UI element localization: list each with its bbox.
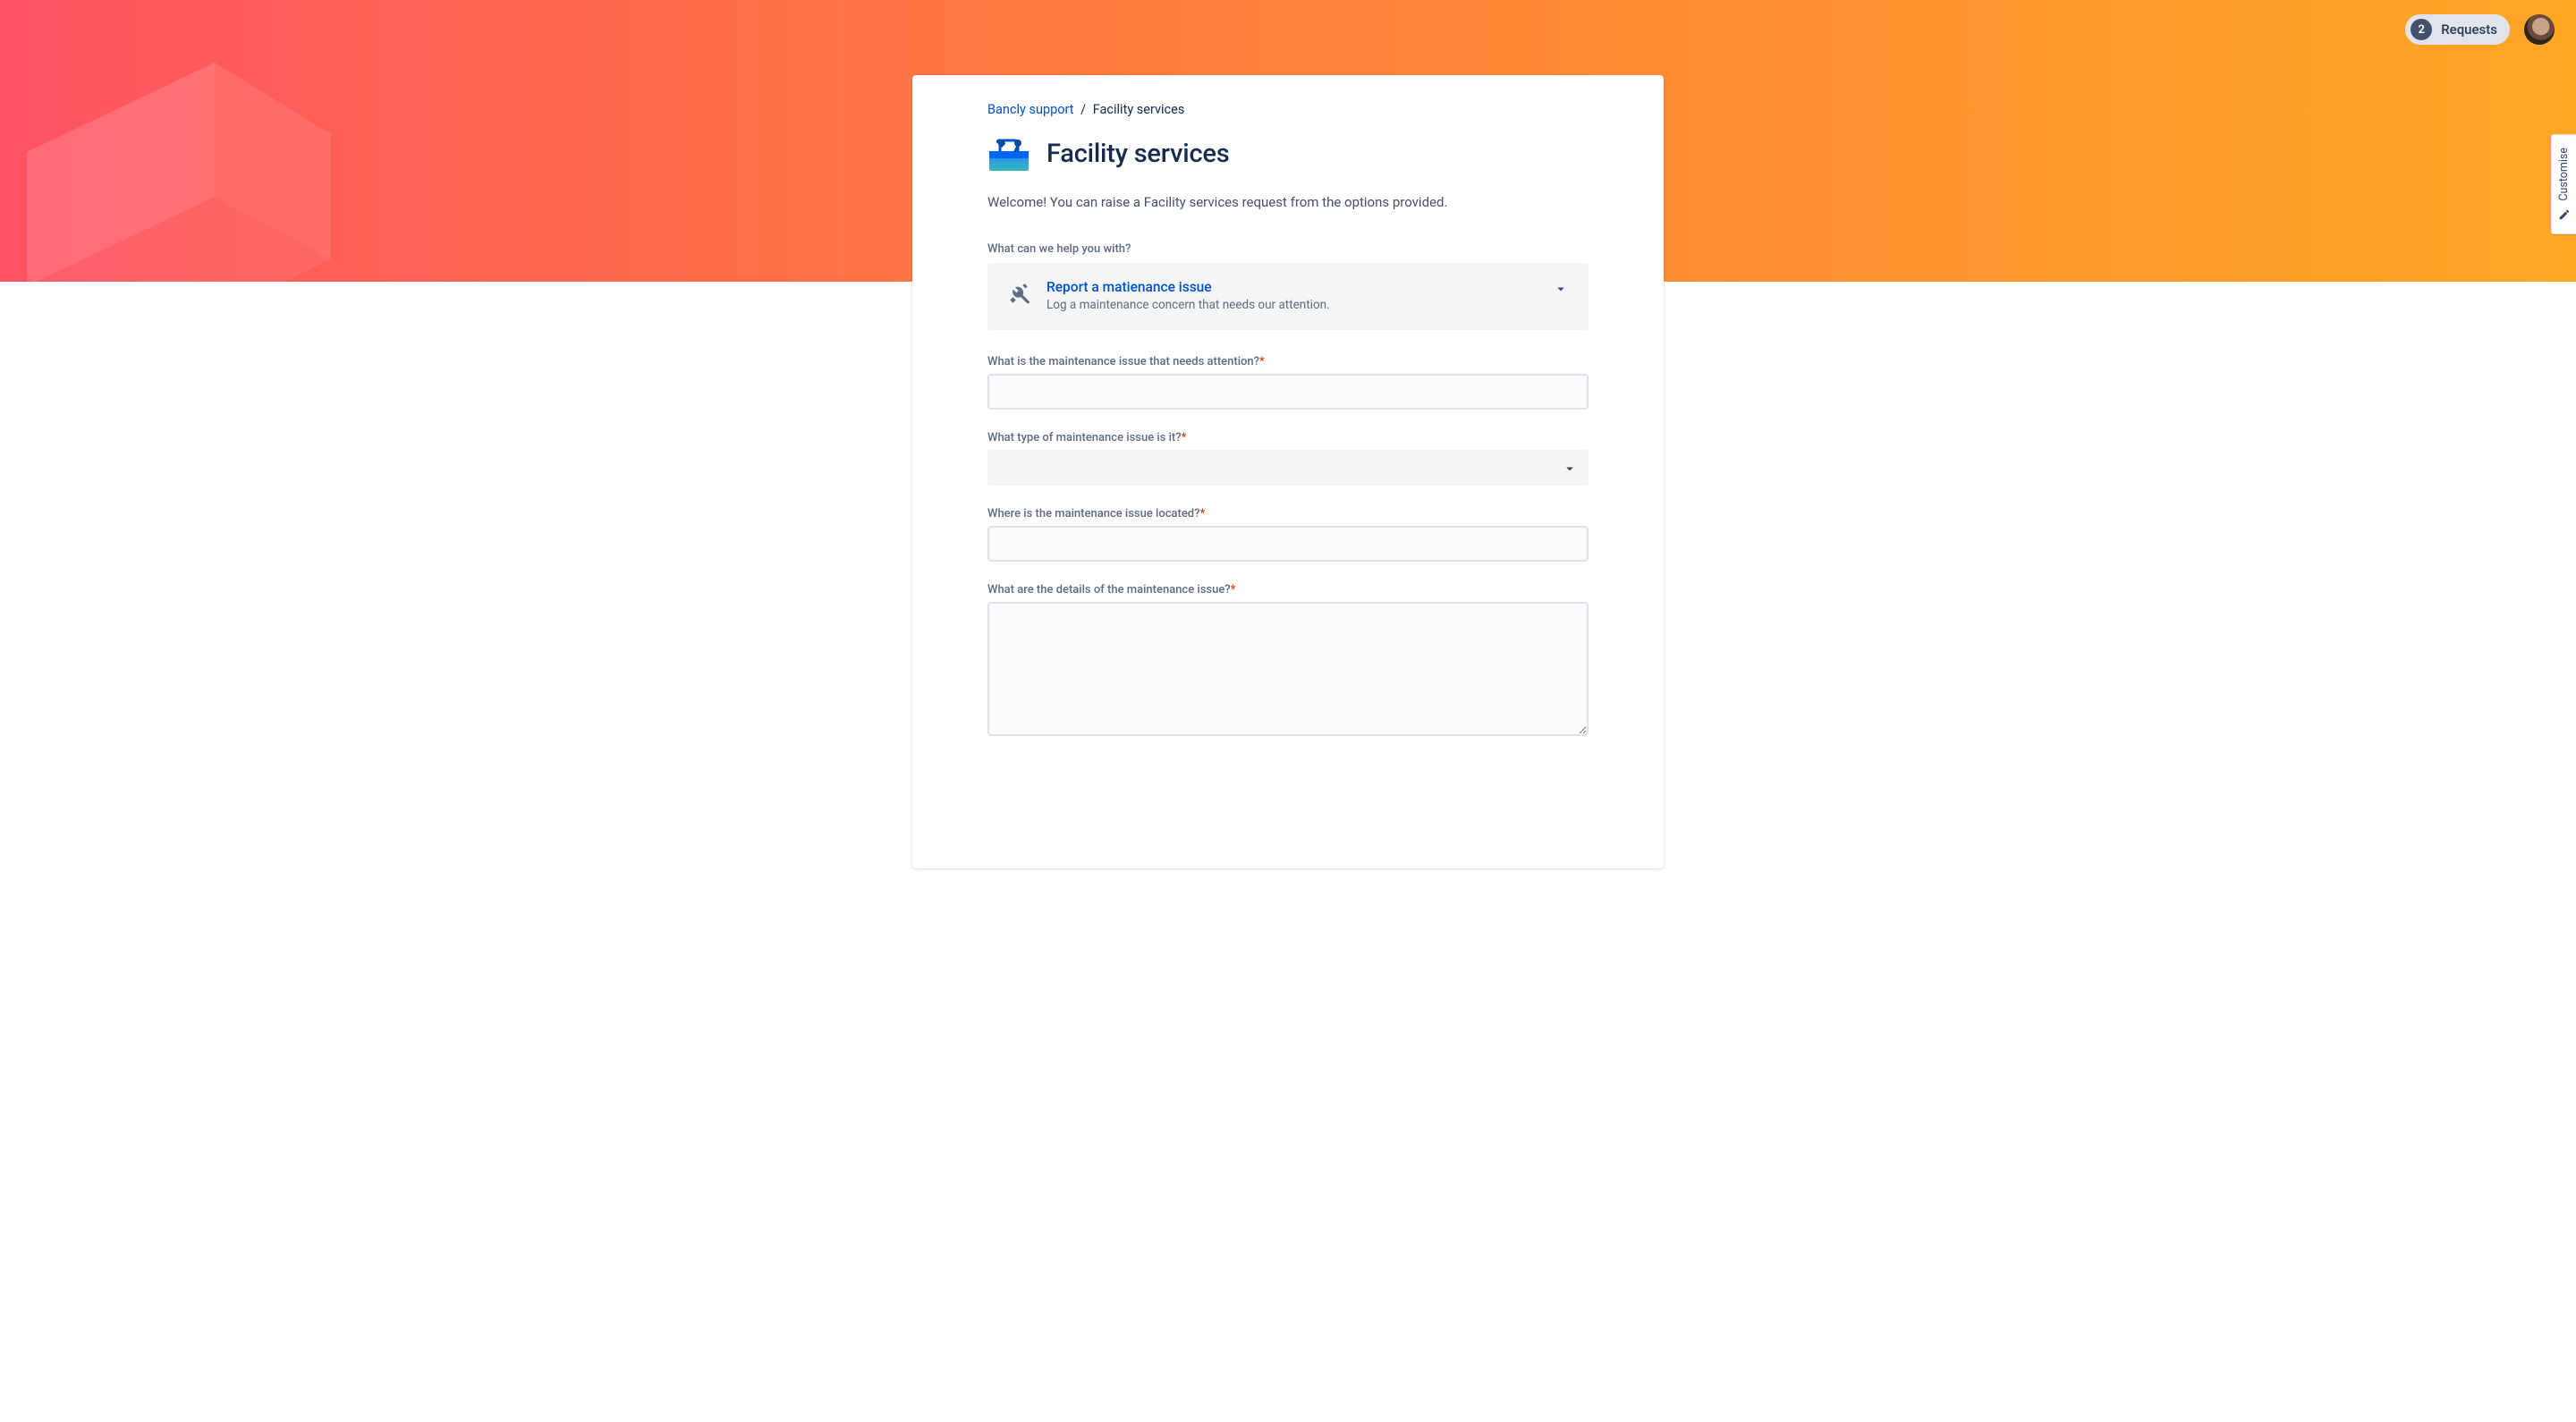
type-select[interactable] xyxy=(987,450,1589,486)
field-issue: What is the maintenance issue that needs… xyxy=(987,355,1589,410)
issue-input[interactable] xyxy=(987,374,1589,410)
field-location-label: Where is the maintenance issue located?* xyxy=(987,507,1589,521)
form-card: Bancly support / Facility services Facil… xyxy=(912,75,1664,868)
welcome-text: Welcome! You can raise a Facility servic… xyxy=(987,194,1589,210)
help-prompt-label: What can we help you with? xyxy=(987,242,1589,256)
page-title: Facility services xyxy=(1046,139,1229,169)
requests-label: Requests xyxy=(2441,21,2497,38)
avatar[interactable] xyxy=(2524,14,2555,45)
field-type: What type of maintenance issue is it?* xyxy=(987,431,1589,486)
field-details-label: What are the details of the maintenance … xyxy=(987,583,1589,597)
location-input[interactable] xyxy=(987,526,1589,562)
field-location: Where is the maintenance issue located?* xyxy=(987,507,1589,562)
toolbox-icon xyxy=(987,135,1030,173)
customise-label: Customise xyxy=(2557,148,2571,201)
customise-tab[interactable]: Customise xyxy=(2551,134,2576,234)
chevron-down-icon xyxy=(1553,281,1569,297)
requests-count-badge: 2 xyxy=(2411,19,2432,40)
breadcrumb: Bancly support / Facility services xyxy=(987,102,1589,117)
field-issue-label: What is the maintenance issue that needs… xyxy=(987,355,1589,368)
field-type-label: What type of maintenance issue is it?* xyxy=(987,431,1589,444)
breadcrumb-current: Facility services xyxy=(1093,102,1185,117)
breadcrumb-separator: / xyxy=(1080,102,1086,117)
requests-button[interactable]: 2 Requests xyxy=(2405,14,2510,45)
request-type-title: Report a matienance issue xyxy=(1046,279,1537,295)
breadcrumb-root-link[interactable]: Bancly support xyxy=(987,102,1074,117)
page-title-row: Facility services xyxy=(987,135,1589,173)
details-textarea[interactable] xyxy=(987,602,1589,736)
hero-shape-decor xyxy=(0,0,411,282)
chevron-down-icon xyxy=(1562,461,1578,477)
request-type-selector[interactable]: Report a matienance issue Log a maintena… xyxy=(987,263,1589,330)
topbar: 2 Requests xyxy=(2405,14,2555,45)
wrench-screwdriver-icon xyxy=(1007,283,1030,306)
pencil-icon xyxy=(2558,208,2571,221)
request-type-description: Log a maintenance concern that needs our… xyxy=(1046,298,1537,312)
field-details: What are the details of the maintenance … xyxy=(987,583,1589,740)
